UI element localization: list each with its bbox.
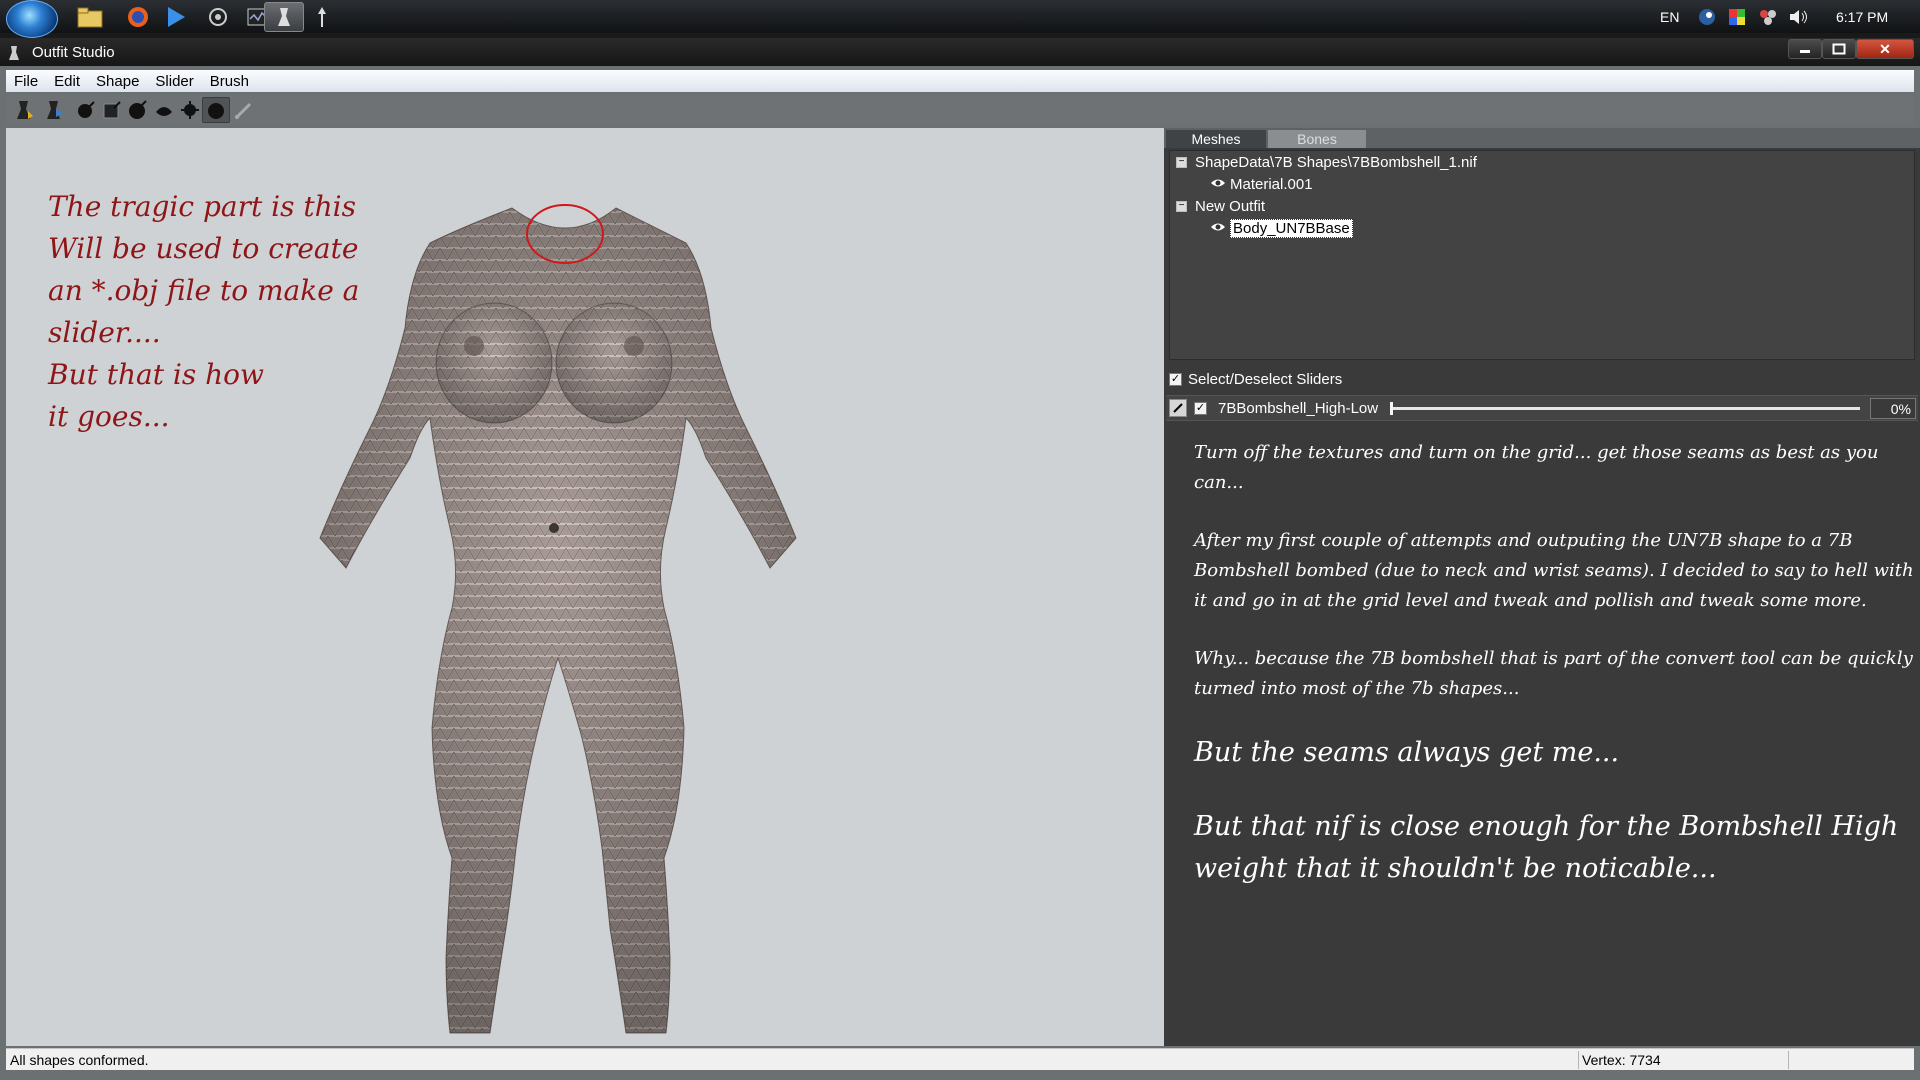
menu-file[interactable]: File [6, 73, 46, 90]
inflate-brush-icon[interactable] [124, 97, 152, 123]
body-mesh [319, 207, 797, 1034]
taskbar: EN 6:17 PM [0, 0, 1920, 38]
note-paragraph: After my first couple of attempts and ou… [1194, 530, 1914, 611]
language-indicator[interactable]: EN [1660, 0, 1679, 33]
slider-name: 7BBombshell_High-Low [1218, 400, 1379, 417]
right-panel: Meshes Bones − ShapeData\7B Shapes\7BBom… [1164, 128, 1920, 1046]
language-label: EN [1660, 8, 1680, 25]
eye-icon[interactable] [1210, 176, 1226, 192]
status-message: All shapes conformed. [10, 1052, 149, 1068]
tree-node-body[interactable]: Body_UN7BBase [1210, 218, 1353, 238]
select-deselect-sliders[interactable]: ✓ Select/Deselect Sliders [1169, 368, 1342, 390]
desktop: EN 6:17 PM Outfit Studio ✕ File Edit Sha… [0, 0, 1920, 1080]
select-all-label: Select/Deselect Sliders [1188, 370, 1343, 388]
clock-label: 6:17 PM [1836, 8, 1889, 25]
note-paragraph: But that nif is close enough for the Bom… [1194, 811, 1899, 884]
annotation-line: slider.... [48, 316, 161, 349]
slider-track[interactable] [1390, 402, 1860, 415]
menu-bar: File Edit Shape Slider Brush [6, 70, 1914, 92]
menu-edit[interactable]: Edit [46, 73, 88, 90]
deflate-brush-icon[interactable] [150, 97, 178, 123]
outfit-studio-icon[interactable] [264, 2, 304, 32]
annotation-line: an *.obj file to make a [48, 274, 360, 307]
weight-brush-icon[interactable] [230, 97, 258, 123]
select-all-checkbox[interactable]: ✓ [1169, 372, 1182, 386]
app-title-icon [8, 45, 22, 61]
clock[interactable]: 6:17 PM [1836, 0, 1888, 33]
tab-meshes[interactable]: Meshes [1166, 130, 1266, 148]
firefox-icon[interactable] [118, 2, 158, 32]
app-icon[interactable] [198, 2, 238, 32]
tree-node-new-outfit[interactable]: − New Outfit [1176, 196, 1265, 216]
vertex-count: Vertex: 7734 [1582, 1052, 1661, 1068]
transform-tool-icon[interactable] [40, 97, 68, 123]
slider-thumb[interactable] [1390, 402, 1393, 415]
tree-node-nif[interactable]: − ShapeData\7B Shapes\7BBombshell_1.nif [1176, 152, 1477, 172]
file-explorer-icon[interactable] [70, 2, 110, 32]
standard-brush-icon[interactable] [72, 97, 100, 123]
status-divider [1788, 1051, 1789, 1069]
smooth-brush-icon[interactable] [202, 97, 230, 123]
volume-icon[interactable] [1788, 0, 1810, 33]
collapse-icon[interactable]: − [1176, 156, 1187, 168]
tab-bones[interactable]: Bones [1268, 130, 1366, 148]
close-button[interactable]: ✕ [1856, 39, 1914, 59]
annotation-bottom: But that is how it goes... [48, 354, 264, 438]
window-title: Outfit Studio [32, 44, 115, 61]
3d-viewport[interactable]: The tragic part is this Will be used to … [6, 128, 1164, 1046]
note-paragraph: But the seams always get me... [1194, 737, 1620, 768]
tree-node-material[interactable]: Material.001 [1210, 174, 1313, 194]
note-paragraph: Why... because the 7B bombshell that is … [1194, 648, 1913, 699]
status-divider [1578, 1051, 1579, 1069]
annotation-line: The tragic part is this [48, 190, 356, 223]
note-paragraph: Turn off the textures and turn on the gr… [1194, 442, 1879, 493]
annotation-line: But that is how [48, 358, 264, 391]
mesh-tree: − ShapeData\7B Shapes\7BBombshell_1.nif … [1169, 150, 1915, 360]
network-icon[interactable] [1758, 0, 1778, 33]
tree-node-label: Material.001 [1230, 175, 1313, 193]
notes-text: Turn off the textures and turn on the gr… [1194, 438, 1918, 922]
steam-icon[interactable] [1698, 0, 1716, 33]
minimize-button[interactable] [1788, 39, 1822, 59]
toolbar [6, 95, 1914, 125]
annotation-top: The tragic part is this Will be used to … [48, 186, 359, 354]
menu-shape[interactable]: Shape [88, 73, 147, 90]
slider-row: ✓ 7BBombshell_High-Low 0% [1166, 395, 1918, 421]
pin-icon[interactable] [302, 2, 342, 32]
close-icon: ✕ [1879, 40, 1891, 57]
eye-icon[interactable] [1210, 220, 1226, 236]
maximize-button[interactable] [1822, 39, 1856, 59]
select-tool-icon[interactable] [10, 97, 38, 123]
slider-checkbox[interactable]: ✓ [1194, 402, 1207, 415]
annotation-line: Will be used to create [48, 232, 359, 265]
slider-value-field[interactable]: 0% [1870, 398, 1916, 419]
media-player-icon[interactable] [156, 2, 196, 32]
color-tray-icon[interactable] [1728, 0, 1746, 33]
mask-brush-icon[interactable] [98, 97, 126, 123]
tree-node-label: New Outfit [1195, 197, 1266, 215]
panel-tabs: Meshes Bones [1164, 128, 1920, 148]
title-bar[interactable]: Outfit Studio ✕ [0, 38, 1920, 66]
edit-slider-button[interactable] [1169, 399, 1187, 417]
menu-slider[interactable]: Slider [147, 73, 201, 90]
move-brush-icon[interactable] [176, 97, 204, 123]
menu-brush[interactable]: Brush [202, 73, 257, 90]
status-bar: All shapes conformed. Vertex: 7734 [6, 1048, 1914, 1070]
annotation-line: it goes... [48, 400, 170, 433]
tree-node-label: Body_UN7BBase [1230, 218, 1353, 238]
outfit-studio-window: Outfit Studio ✕ File Edit Shape Slider B… [0, 38, 1920, 1080]
tree-node-label: ShapeData\7B Shapes\7BBombshell_1.nif [1195, 153, 1477, 171]
collapse-icon[interactable]: − [1176, 200, 1187, 212]
start-button[interactable] [6, 0, 58, 38]
